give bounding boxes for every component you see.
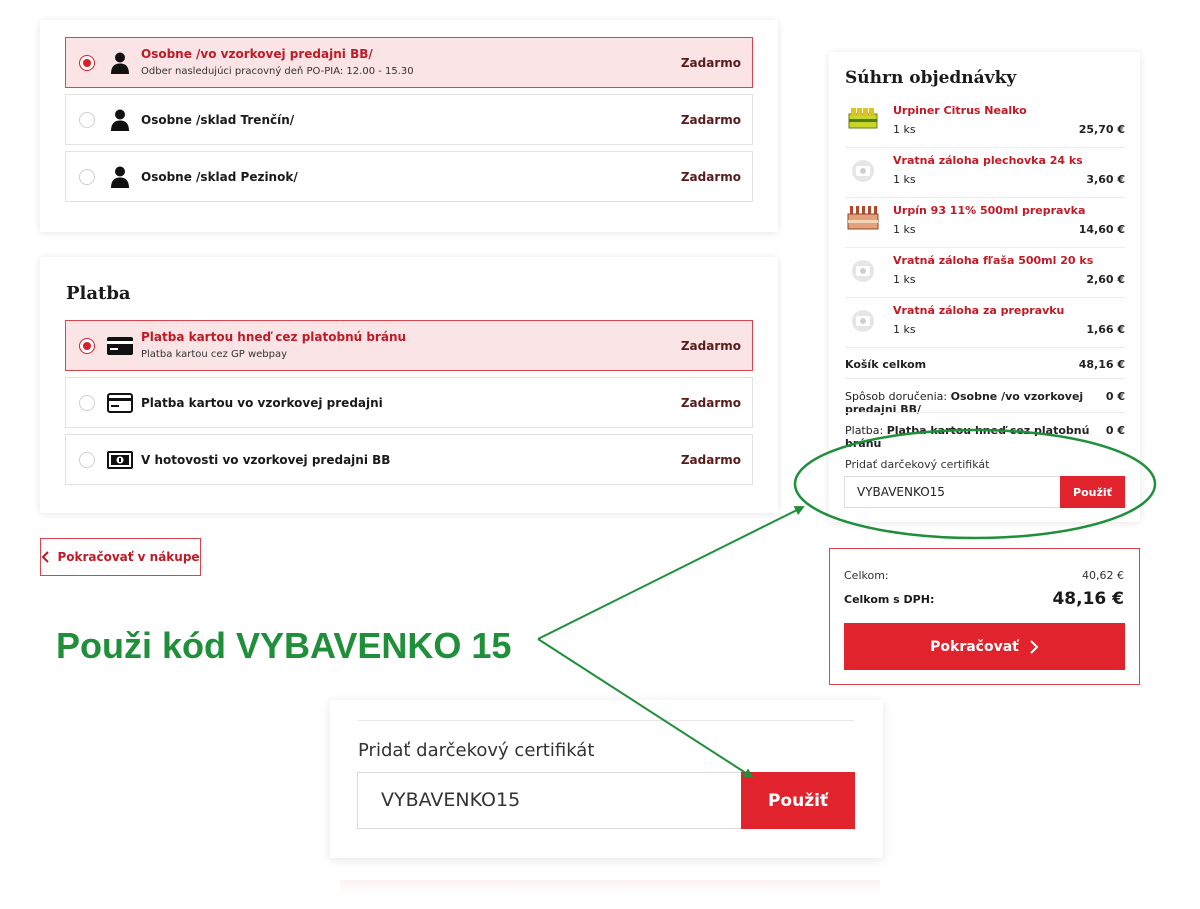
divider — [845, 412, 1125, 413]
summary-item: Vratná záloha fľaša 500ml 20 ks 1 ks 2,6… — [845, 248, 1125, 298]
summary-item: Urpiner Citrus Nealko 1 ks 25,70 € — [845, 98, 1125, 148]
delivery-option-subtitle: Odber nasledujúci pracovný deň PO-PIA: 1… — [141, 66, 414, 77]
summary-title: Súhrn objednávky — [845, 68, 1017, 88]
payment-option-title: Platba kartou hneď cez platobnú bránu — [141, 330, 407, 344]
zoom-gift-certificate-apply-button[interactable]: Použiť — [741, 772, 855, 829]
cart-total-row: Košík celkom 48,16 € — [845, 358, 1125, 371]
gift-certificate-input[interactable]: VYBAVENKO15 — [844, 476, 1061, 508]
gift-certificate-apply-button[interactable]: Použiť — [1060, 476, 1125, 508]
delivery-options-card: Osobne /vo vzorkovej predajni BB/ Odber … — [40, 20, 778, 232]
summary-item: Urpín 93 11% 500ml prepravka 1 ks 14,60 … — [845, 198, 1125, 248]
payment-option-gateway[interactable]: Platba kartou hneď cez platobnú bránu Pl… — [65, 320, 753, 371]
delivery-option-pezinok[interactable]: Osobne /sklad Pezinok/ Zadarmo — [65, 151, 753, 202]
summary-item-name[interactable]: Urpiner Citrus Nealko — [893, 104, 1027, 117]
divider — [845, 378, 1125, 379]
chevron-left-icon — [42, 551, 50, 563]
payment-option-title: V hotovosti vo vzorkovej predajni BB — [141, 453, 391, 467]
radio-button[interactable] — [79, 169, 95, 185]
gift-certificate-zoom-panel: Pridať darčekový certifikát VYBAVENKO15 … — [330, 700, 883, 858]
promo-callout-text: Použi kód VYBAVENKO 15 — [56, 625, 512, 666]
payment-method-price: 0 € — [1105, 424, 1125, 437]
cash-icon — [107, 451, 133, 469]
placeholder-camera-icon — [852, 260, 874, 282]
radio-button[interactable] — [79, 338, 95, 354]
payment-option-price: Zadarmo — [680, 396, 741, 410]
credit-card-icon — [107, 393, 133, 413]
summary-item-name[interactable]: Vratná záloha plechovka 24 ks — [893, 154, 1083, 167]
bottle-crate-thumbnail — [847, 206, 879, 230]
payment-options-card: Platba Platba kartou hneď cez platobnú b… — [40, 257, 778, 513]
person-icon — [111, 109, 129, 131]
delivery-option-price: Zadarmo — [680, 170, 741, 184]
credit-card-icon — [107, 337, 133, 355]
delivery-option-price: Zadarmo — [680, 113, 741, 127]
radio-button[interactable] — [79, 55, 95, 71]
summary-item-price: 14,60 € — [1078, 223, 1125, 236]
delivery-option-price: Zadarmo — [680, 56, 741, 70]
payment-option-subtitle: Platba kartou cez GP webpay — [141, 349, 288, 360]
zoom-gift-certificate-label: Pridať darčekový certifikát — [358, 740, 595, 761]
summary-item-qty: 1 ks — [893, 273, 916, 286]
radio-button[interactable] — [79, 112, 95, 128]
continue-shopping-button[interactable]: Pokračovať v nákupe — [40, 538, 201, 576]
summary-item-qty: 1 ks — [893, 223, 916, 236]
proceed-button[interactable]: Pokračovať — [844, 623, 1125, 670]
delivery-option-trencin[interactable]: Osobne /sklad Trenčín/ Zadarmo — [65, 94, 753, 145]
payment-option-card-store[interactable]: Platba kartou vo vzorkovej predajni Zada… — [65, 377, 753, 428]
payment-option-cash[interactable]: V hotovosti vo vzorkovej predajni BB Zad… — [65, 434, 753, 485]
delivery-method-price: 0 € — [1105, 390, 1125, 403]
delivery-option-title: Osobne /sklad Trenčín/ — [141, 113, 295, 127]
payment-method-row: Platba: Platba kartou hneď cez platobnú … — [845, 424, 1125, 450]
cart-total-label: Košík celkom — [845, 358, 927, 371]
summary-item-qty: 1 ks — [893, 173, 916, 186]
payment-option-price: Zadarmo — [680, 339, 741, 353]
order-summary-card: Súhrn objednávky Urpiner Citrus Nealko 1… — [829, 52, 1140, 522]
delivery-method-label: Spôsob doručenia: — [845, 390, 948, 403]
can-pack-thumbnail — [848, 108, 878, 129]
summary-item-qty: 1 ks — [893, 123, 916, 136]
payment-option-price: Zadarmo — [680, 453, 741, 467]
summary-item-price: 2,60 € — [1086, 273, 1125, 286]
summary-item-qty: 1 ks — [893, 323, 916, 336]
placeholder-camera-icon — [852, 310, 874, 332]
cart-total-value: 48,16 € — [1078, 358, 1125, 371]
total-label: Celkom: — [844, 569, 889, 582]
payment-heading: Platba — [66, 283, 131, 304]
summary-item: Vratná záloha za prepravku 1 ks 1,66 € — [845, 298, 1125, 348]
proceed-label: Pokračovať — [930, 638, 1019, 655]
divider — [358, 720, 854, 721]
delivery-option-title: Osobne /sklad Pezinok/ — [141, 170, 298, 184]
summary-item-name[interactable]: Vratná záloha za prepravku — [893, 304, 1064, 317]
summary-item-price: 3,60 € — [1086, 173, 1125, 186]
total-vat-value: 48,16 € — [1052, 589, 1124, 609]
payment-option-title: Platba kartou vo vzorkovej predajni — [141, 396, 383, 410]
total-value: 40,62 € — [1082, 569, 1124, 582]
order-total-card: Celkom: 40,62 € Celkom s DPH: 48,16 € Po… — [829, 548, 1140, 685]
radio-button[interactable] — [79, 452, 95, 468]
summary-item-price: 25,70 € — [1078, 123, 1125, 136]
annotation-arrow — [537, 506, 805, 640]
person-icon — [111, 166, 129, 188]
summary-item: Vratná záloha plechovka 24 ks 1 ks 3,60 … — [845, 148, 1125, 198]
zoom-gift-certificate-input[interactable]: VYBAVENKO15 — [357, 772, 742, 829]
chevron-right-icon — [1030, 639, 1039, 654]
delivery-option-title: Osobne /vo vzorkovej predajni BB/ — [141, 47, 373, 61]
radio-button[interactable] — [79, 395, 95, 411]
continue-shopping-label: Pokračovať v nákupe — [57, 550, 200, 564]
payment-method-label: Platba: — [845, 424, 884, 437]
delivery-option-bb[interactable]: Osobne /vo vzorkovej predajni BB/ Odber … — [65, 37, 753, 88]
placeholder-camera-icon — [852, 160, 874, 182]
summary-item-price: 1,66 € — [1086, 323, 1125, 336]
panel-shadow — [340, 880, 880, 894]
total-vat-label: Celkom s DPH: — [844, 593, 935, 606]
summary-item-name[interactable]: Vratná záloha fľaša 500ml 20 ks — [893, 254, 1093, 267]
gift-certificate-label: Pridať darčekový certifikát — [845, 458, 990, 471]
summary-item-name[interactable]: Urpín 93 11% 500ml prepravka — [893, 204, 1085, 217]
person-icon — [111, 52, 129, 74]
